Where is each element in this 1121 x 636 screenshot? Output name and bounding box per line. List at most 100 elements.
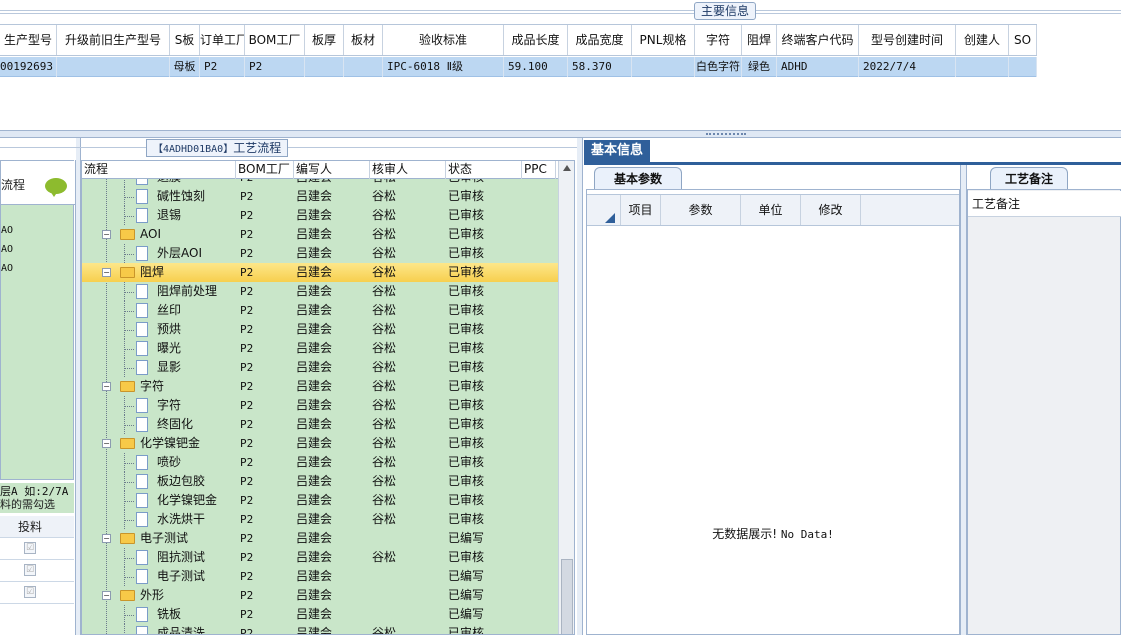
flow-row[interactable]: 电子测试 P2 吕建会 已编写 [82,567,558,586]
flow-node[interactable]: − 电子测试 [82,529,236,548]
flow-row[interactable]: 预烘 P2 吕建会 谷松 已审核 [82,320,558,339]
flow-row[interactable]: 成品清洗 P2 吕建会 谷松 已审核 [82,624,558,634]
horizontal-splitter[interactable] [0,130,1121,138]
flow-node[interactable]: 曝光 [82,339,236,358]
process-flow-tab[interactable]: 【4ADHD01BA0】工艺流程 [146,139,289,157]
flow-column-header[interactable]: PPC [522,161,556,179]
column-header[interactable]: 创建人 [956,25,1009,55]
flow-row[interactable]: 板边包胶 P2 吕建会 谷松 已审核 [82,472,558,491]
flow-node[interactable]: 铣板 [82,605,236,624]
column-header[interactable]: S板 [170,25,200,55]
col-modify[interactable]: 修改 [801,195,861,225]
feed-checkbox[interactable]: ☑ [24,564,36,576]
feed-checkbox[interactable]: ☑ [24,542,36,554]
flow-node[interactable]: 退锡 [82,206,236,225]
flow-column-header[interactable]: 流程 [82,161,236,179]
flow-node[interactable]: − 阻焊 [82,263,236,282]
column-header[interactable]: 板材 [344,25,383,55]
column-header[interactable]: 阻焊 [742,25,777,55]
left-tree-item[interactable]: AO [1,244,13,255]
column-header[interactable]: 成品长度 [504,25,568,55]
scroll-thumb[interactable] [561,559,573,634]
flow-node[interactable]: 退膜 [82,179,236,187]
flow-row[interactable]: 丝印 P2 吕建会 谷松 已审核 [82,301,558,320]
flow-row[interactable]: 退膜 P2吕建会谷松已审核 [82,179,558,187]
flow-node[interactable]: 化学镍钯金 [82,491,236,510]
column-header[interactable]: 订单工厂 [200,25,245,55]
flow-row[interactable]: − 电子测试 P2 吕建会 已编写 [82,529,558,548]
flow-row[interactable]: 字符 P2 吕建会 谷松 已审核 [82,396,558,415]
flow-node[interactable]: 成品清洗 [82,624,236,634]
flow-row[interactable]: 阻抗测试 P2 吕建会 谷松 已审核 [82,548,558,567]
col-unit[interactable]: 单位 [741,195,801,225]
flow-row[interactable]: 铣板 P2 吕建会 已编写 [82,605,558,624]
flow-row[interactable]: 喷砂 P2 吕建会 谷松 已审核 [82,453,558,472]
column-header[interactable]: 成品宽度 [568,25,632,55]
column-header[interactable]: PNL规格 [632,25,695,55]
flow-node[interactable]: 水洗烘干 [82,510,236,529]
flow-node[interactable]: − AOI [82,225,236,244]
feed-checkbox[interactable]: ☑ [24,586,36,598]
flow-row[interactable]: − 阻焊 P2 吕建会 谷松 已审核 [82,263,558,282]
collapse-icon[interactable]: − [102,382,111,391]
column-header[interactable]: BOM工厂 [245,25,305,55]
column-header[interactable]: 板厚 [305,25,344,55]
collapse-icon[interactable]: − [102,268,111,277]
flow-node[interactable]: 字符 [82,396,236,415]
flow-row[interactable]: 化学镍钯金 P2 吕建会 谷松 已审核 [82,491,558,510]
flow-row[interactable]: 退锡 P2 吕建会 谷松 已审核 [82,206,558,225]
basic-info-tab[interactable]: 基本信息 [584,140,650,162]
flow-node[interactable]: − 化学镍钯金 [82,434,236,453]
flow-node[interactable]: 阻焊前处理 [82,282,236,301]
flow-column-header[interactable]: 状态 [446,161,522,179]
collapse-icon[interactable]: − [102,591,111,600]
flow-node[interactable]: 碱性蚀刻 [82,187,236,206]
collapse-icon[interactable]: − [102,230,111,239]
select-all-cell[interactable] [587,195,621,225]
vertical-splitter[interactable] [960,165,967,635]
flow-column-header[interactable]: 编写人 [294,161,370,179]
column-header[interactable]: 终端客户代码 [777,25,859,55]
column-header[interactable]: 升级前旧生产型号 [57,25,170,55]
scroll-up-icon[interactable] [563,165,571,171]
flow-row[interactable]: − 字符 P2 吕建会 谷松 已审核 [82,377,558,396]
flow-scrollbar[interactable] [558,161,574,634]
flow-node[interactable]: 预烘 [82,320,236,339]
flow-node[interactable]: 外层AOI [82,244,236,263]
flow-node[interactable]: 终固化 [82,415,236,434]
flow-node[interactable]: 电子测试 [82,567,236,586]
left-tree-item[interactable]: AO [1,263,13,274]
col-param[interactable]: 参数 [661,195,741,225]
column-header[interactable]: 验收标准 [383,25,504,55]
column-header[interactable]: 生产型号 [0,25,57,55]
flow-node[interactable]: 阻抗测试 [82,548,236,567]
process-notes-tab[interactable]: 工艺备注 [990,167,1068,189]
column-header[interactable]: 型号创建时间 [859,25,956,55]
flow-row[interactable]: 终固化 P2 吕建会 谷松 已审核 [82,415,558,434]
flow-column-header[interactable]: BOM工厂 [236,161,294,179]
flow-node[interactable]: 显影 [82,358,236,377]
collapse-icon[interactable]: − [102,439,111,448]
collapse-icon[interactable]: − [102,534,111,543]
main-info-tab[interactable]: 主要信息 [694,2,757,20]
column-header[interactable]: SO [1009,25,1037,55]
flow-row[interactable]: 曝光 P2 吕建会 谷松 已审核 [82,339,558,358]
main-info-data-row[interactable]: 00192693 母板 P2 P2 IPC-6018 Ⅱ级 59.100 58.370 白色字… [0,57,1037,77]
flow-node[interactable]: − 字符 [82,377,236,396]
flow-row[interactable]: − 外形 P2 吕建会 已编写 [82,586,558,605]
flow-node[interactable]: 丝印 [82,301,236,320]
chat-bubble-icon[interactable] [45,178,67,197]
flow-row[interactable]: − AOI P2 吕建会 谷松 已审核 [82,225,558,244]
flow-node[interactable]: 板边包胶 [82,472,236,491]
flow-column-header[interactable]: 核审人 [370,161,446,179]
column-header[interactable]: 字符 [695,25,742,55]
flow-node[interactable]: 喷砂 [82,453,236,472]
left-tree-item[interactable]: AO [1,225,13,236]
col-item[interactable]: 项目 [621,195,661,225]
flow-row[interactable]: − 化学镍钯金 P2 吕建会 谷松 已审核 [82,434,558,453]
flow-row[interactable]: 外层AOI P2 吕建会 谷松 已审核 [82,244,558,263]
flow-node[interactable]: − 外形 [82,586,236,605]
flow-row[interactable]: 水洗烘干 P2 吕建会 谷松 已审核 [82,510,558,529]
vertical-splitter[interactable] [577,138,583,635]
flow-row[interactable]: 显影 P2 吕建会 谷松 已审核 [82,358,558,377]
